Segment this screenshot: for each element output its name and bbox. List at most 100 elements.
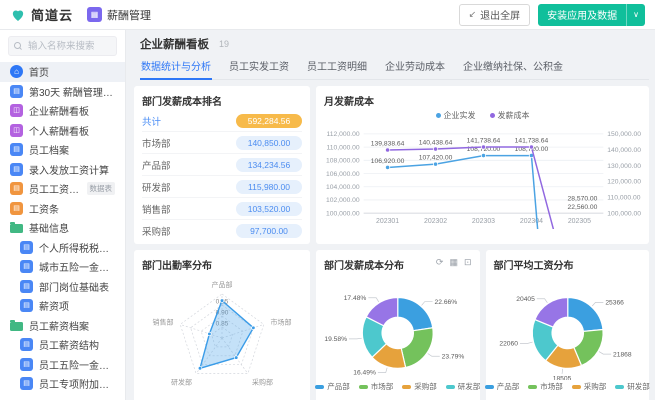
chart-label: 16.49% [353, 370, 376, 377]
chart-label: 22,560.00 [568, 204, 598, 211]
sidebar-item[interactable]: ▤员工专项附加扣除 [0, 374, 125, 394]
sidebar-item[interactable]: ▤录入发放工资计算 [0, 160, 125, 180]
expand-icon[interactable]: ⊡ [464, 257, 472, 268]
chart-label: 202303 [472, 218, 495, 225]
sidebar-item[interactable]: ▤部门岗位基础表 [0, 277, 125, 297]
chart-label: 18505 [552, 376, 571, 380]
pie-cost-legend: 产品部市场部采购部研发部 [324, 381, 472, 392]
folder-icon [10, 322, 23, 331]
sidebar-item[interactable]: ⌂首页 [0, 62, 125, 82]
chart-label: 20405 [516, 296, 535, 303]
tab[interactable]: 员工实发工资 [228, 54, 290, 79]
doc-icon: ▤ [20, 280, 33, 293]
sidebar-item[interactable]: ▤薪资项 [0, 296, 125, 316]
legend-item[interactable]: 市场部 [528, 381, 563, 392]
sidebar-item[interactable]: ▤员工档案 [0, 140, 125, 160]
search-icon [14, 42, 22, 50]
label-line [368, 298, 378, 302]
pie-cost-svg: 22.66%23.79%16.49%19.58%17.48% [324, 272, 472, 380]
install-app-button[interactable]: 安装应用及数据 ∨ [538, 4, 645, 26]
legend-item[interactable]: 采购部 [402, 381, 437, 392]
tab[interactable]: 企业劳动成本 [384, 54, 446, 79]
sidebar-item[interactable]: ▤ 员工薪资结构 [0, 335, 125, 355]
chart-label: 研发部 [171, 377, 192, 386]
pie-avg-card: 部门平均工资分布 2536621868185052206020405 产品部市场… [486, 250, 650, 400]
legend-item[interactable]: 研发部 [615, 381, 650, 392]
pie-slice [401, 328, 433, 368]
sidebar-item[interactable]: ▤员工五险一金缴纳基数 [0, 355, 125, 375]
chevron-down-icon[interactable]: ∨ [626, 4, 645, 26]
label-line [592, 302, 603, 306]
chart-label: 141,738.64 [515, 138, 549, 145]
board-icon: ◫ [10, 104, 23, 117]
sidebar-item[interactable]: ▤个人所得税税率表 [0, 238, 125, 258]
data-point [481, 145, 485, 149]
sidebar-item[interactable]: ◫个人薪酬看板 [0, 121, 125, 141]
doc-icon: ▤ [10, 163, 23, 176]
sidebar-item[interactable]: ▤城市五险一金缴纳比例 [0, 257, 125, 277]
card-toolbar: ⟳ ▦ ⊡ [436, 257, 472, 268]
legend-item[interactable]: 发薪成本 [490, 110, 530, 121]
sidebar-item-label: 企业薪酬看板 [29, 103, 89, 118]
chart-label: 21868 [613, 351, 632, 358]
legend-item[interactable]: 市场部 [359, 381, 394, 392]
sidebar-item[interactable]: 员工薪资档案 [0, 316, 125, 336]
legend-marker [315, 385, 324, 389]
chart-label: 107,420.00 [419, 155, 453, 162]
legend-item[interactable]: 采购部 [572, 381, 607, 392]
sidebar-list: ⌂首页 ▤ 第30天 薪酬管理【必看说明】 ◫ 企业薪酬看板 ◫个人薪酬看板▤员工档案▤录… [0, 62, 125, 394]
row-label: 共计 [142, 114, 161, 128]
table-row: 产品部134,234.56 [142, 154, 302, 176]
workspace-chip[interactable]: ▦ 薪酬管理 [87, 7, 151, 23]
legend-item[interactable]: 企业实发 [436, 110, 476, 121]
legend-item[interactable]: 研发部 [446, 381, 481, 392]
table-row: 采购部97,700.00 [142, 220, 302, 241]
chart-label: 销售部 [152, 318, 173, 327]
sidebar-search[interactable] [8, 36, 117, 56]
line-series [388, 147, 580, 229]
data-point [208, 332, 212, 336]
sidebar-item[interactable]: ▤工资条 [0, 199, 125, 219]
sidebar-item[interactable]: ◫ 企业薪酬看板 [0, 101, 125, 121]
chart-label: 19.58% [324, 336, 347, 343]
topbar-actions: ↙ 退出全屏 安装应用及数据 ∨ [459, 4, 645, 26]
chart-label: 28,570.00 [568, 195, 598, 202]
row-value-badge: 97,700.00 [236, 224, 302, 238]
sidebar-item-label: 首页 [29, 64, 49, 79]
sidebar-item-label: 员工薪资结构 [39, 337, 99, 352]
sidebar-item-label: 第30天 薪酬管理【必看说明】 [29, 84, 115, 99]
sidebar-item[interactable]: 基础信息 [0, 218, 125, 238]
chart-label: 25366 [605, 300, 624, 307]
rank-card: 部门发薪成本排名 共计592,284.56市场部140,850.00产品部134… [134, 86, 310, 244]
logo[interactable]: 简道云 [10, 5, 73, 24]
page-head: 企业薪酬看板 19 [140, 35, 649, 53]
label-line [599, 352, 611, 355]
doc-icon: ▤ [10, 85, 23, 98]
chart-label: 22060 [499, 341, 518, 348]
legend-label: 采购部 [414, 381, 437, 392]
tab[interactable]: 员工工资明细 [306, 54, 368, 79]
legend-label: 发薪成本 [498, 110, 530, 121]
data-point [481, 153, 485, 157]
exit-fullscreen-button[interactable]: ↙ 退出全屏 [459, 4, 531, 26]
data-point [198, 366, 202, 370]
legend-item[interactable]: 产品部 [485, 381, 520, 392]
doc-icon: ▤ [20, 338, 33, 351]
search-input[interactable] [26, 40, 111, 53]
sidebar-item[interactable]: ▤员工工资明细数据表 [0, 179, 125, 199]
refresh-icon[interactable]: ⟳ [436, 257, 444, 268]
sidebar-item[interactable]: ▤ 第30天 薪酬管理【必看说明】 [0, 82, 125, 102]
chart-label: 100,000.00 [326, 210, 360, 217]
page-title: 企业薪酬看板 [140, 36, 209, 52]
sidebar-item-label: 薪资项 [39, 298, 69, 313]
table-view-icon[interactable]: ▦ [449, 257, 458, 268]
tab[interactable]: 企业缴纳社保、公积金 [462, 54, 564, 79]
sidebar-item-label: 员工薪资档案 [29, 318, 89, 333]
chart-label: 139,838.64 [371, 141, 405, 148]
legend-item[interactable]: 产品部 [315, 381, 350, 392]
exit-fullscreen-label: 退出全屏 [480, 7, 520, 22]
sidebar-item-label: 员工五险一金缴纳基数 [39, 357, 115, 372]
tab[interactable]: 数据统计与分析 [140, 54, 212, 80]
workspace-label: 薪酬管理 [107, 7, 151, 23]
sidebar-item-label: 城市五险一金缴纳比例 [39, 259, 115, 274]
